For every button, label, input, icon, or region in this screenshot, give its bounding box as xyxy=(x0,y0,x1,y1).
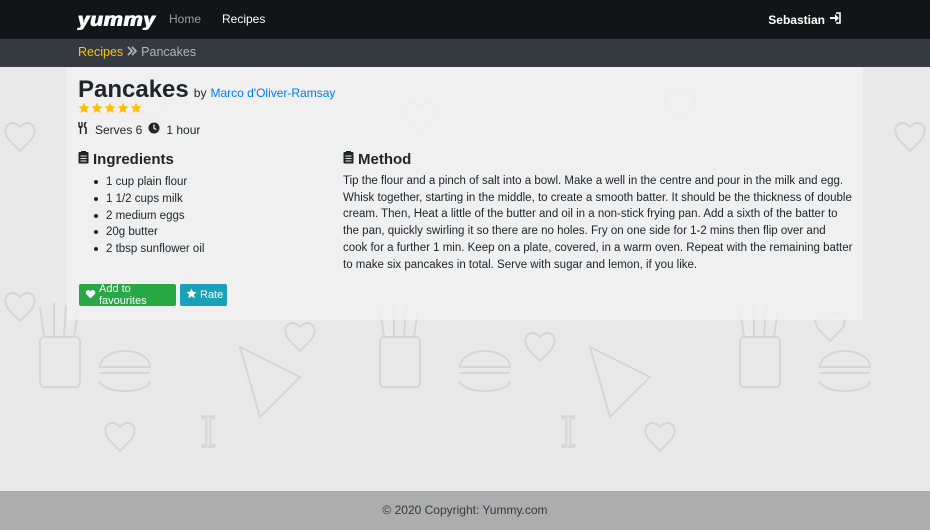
clock-icon xyxy=(148,122,160,137)
list-icon xyxy=(343,151,354,168)
time-text: 1 hour xyxy=(166,122,201,137)
star-icon xyxy=(91,102,103,113)
ingredient-item: 2 medium eggs xyxy=(93,208,204,225)
utensils-icon xyxy=(78,121,89,137)
rate-button[interactable]: Rate xyxy=(180,284,227,306)
ingredients-heading-label: Ingredients xyxy=(93,151,174,168)
page-title: Pancakes xyxy=(78,76,189,103)
star-icon xyxy=(130,102,142,113)
star-icon xyxy=(104,102,116,113)
rating-stars xyxy=(78,102,142,114)
method-heading-label: Method xyxy=(358,151,412,168)
method-heading: Method xyxy=(343,151,411,168)
rate-label: Rate xyxy=(200,289,224,301)
recipe-header: Pancakes by Marco d'Oliver-Ramsay xyxy=(78,76,335,104)
breadcrumb-current: Pancakes xyxy=(141,45,197,59)
add-to-favourites-button[interactable]: Add to favourites xyxy=(79,283,176,307)
heart-icon xyxy=(85,289,96,302)
ingredients-list: 1 cup plain flour 1 1/2 cups milk 2 medi… xyxy=(93,174,204,258)
sign-in-icon xyxy=(829,12,841,27)
star-icon xyxy=(186,288,197,302)
top-navbar: yummy Home Recipes Sebastian xyxy=(0,0,930,39)
by-label: by xyxy=(193,86,207,100)
ingredient-item: 2 tbsp sunflower oil xyxy=(93,241,204,258)
add-to-favourites-label: Add to favourites xyxy=(99,283,147,307)
brand-logo[interactable]: yummy xyxy=(78,9,156,31)
svg-text:I: I xyxy=(560,408,577,457)
star-icon xyxy=(117,102,129,113)
nav-link-home[interactable]: Home xyxy=(169,12,201,26)
ingredients-heading: Ingredients xyxy=(78,151,174,168)
nav-link-recipes[interactable]: Recipes xyxy=(222,12,265,26)
serves-text: Serves 6 xyxy=(95,122,143,137)
star-icon xyxy=(78,102,90,113)
recipe-meta: Serves 6 1 hour xyxy=(78,121,206,137)
breadcrumb: Recipes Pancakes xyxy=(78,45,196,59)
ingredient-item: 1 1/2 cups milk xyxy=(93,191,204,208)
method-text: Tip the flour and a pinch of salt into a… xyxy=(343,175,853,271)
ingredient-item: 1 cup plain flour xyxy=(93,174,204,191)
copyright-text: © 2020 Copyright: Yummy.com xyxy=(382,503,548,517)
author-link[interactable]: Marco d'Oliver-Ramsay xyxy=(210,86,335,100)
svg-text:I: I xyxy=(200,408,217,457)
user-menu[interactable]: Sebastian xyxy=(768,12,841,27)
list-icon xyxy=(78,151,89,168)
double-chevron-right-icon xyxy=(127,45,138,59)
breadcrumb-bar: Recipes Pancakes xyxy=(0,39,930,67)
breadcrumb-link-recipes[interactable]: Recipes xyxy=(78,45,123,59)
ingredient-item: 20g butter xyxy=(93,224,204,241)
user-name: Sebastian xyxy=(768,12,825,27)
page-footer: © 2020 Copyright: Yummy.com xyxy=(0,491,930,530)
